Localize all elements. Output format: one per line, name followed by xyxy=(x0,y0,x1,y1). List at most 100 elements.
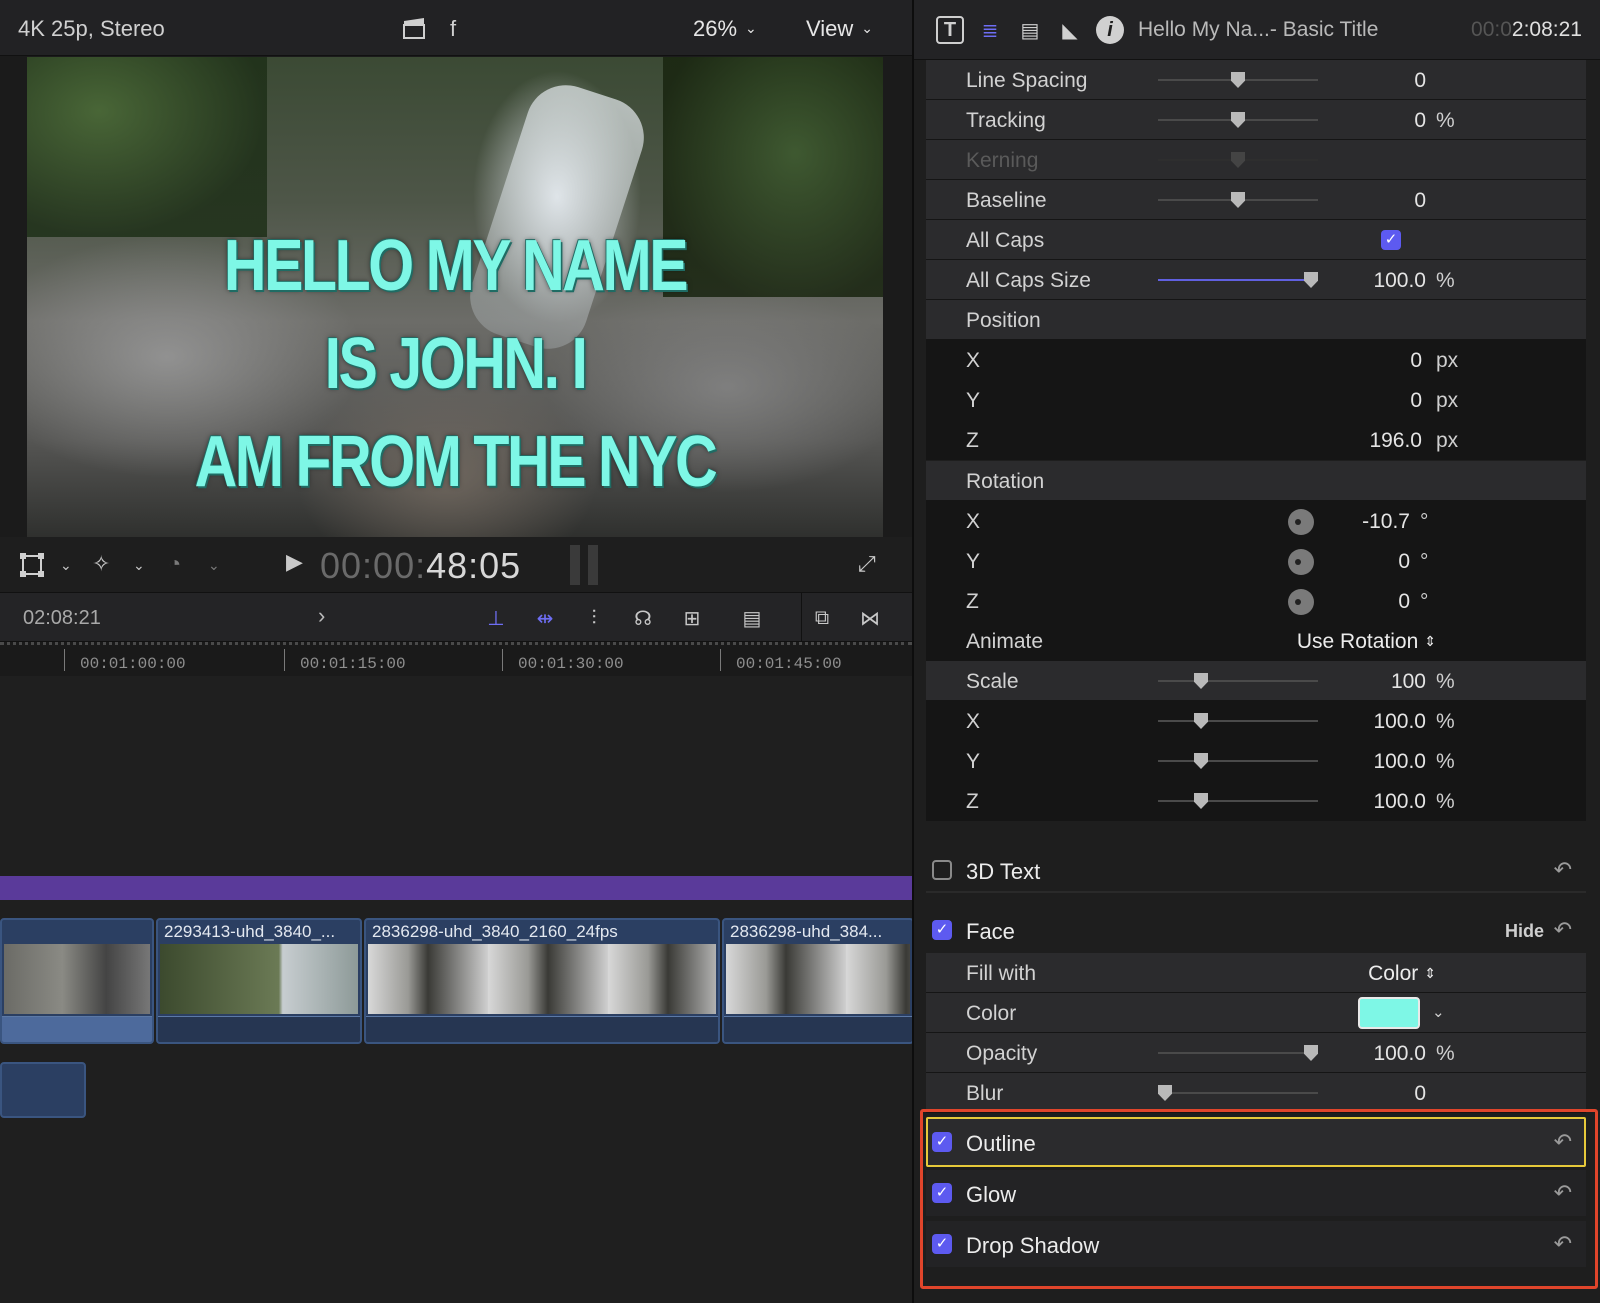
filmstrip-icon[interactable]: ▤ xyxy=(736,605,768,631)
reset-icon[interactable]: ↶ xyxy=(1554,917,1572,943)
video-clip[interactable] xyxy=(0,918,154,1044)
row-value[interactable]: 196.0 xyxy=(1369,429,1422,453)
row-value[interactable]: 100.0 xyxy=(1373,790,1426,814)
audio-clip[interactable] xyxy=(0,1062,86,1118)
video-clip[interactable]: 2836298-uhd_3840_2160_24fps xyxy=(364,918,720,1044)
fill-with-popup[interactable]: Color ⇕ xyxy=(1368,962,1436,986)
blur-slider[interactable] xyxy=(1158,1085,1318,1101)
slider-knob[interactable] xyxy=(1194,793,1208,809)
row-value[interactable]: 0 xyxy=(1410,349,1422,373)
row-animate: Animate Use Rotation ⇕ xyxy=(926,621,1586,661)
reset-icon[interactable]: ↶ xyxy=(1554,857,1572,883)
row-label: Y xyxy=(966,389,981,412)
slider-knob[interactable] xyxy=(1194,673,1208,689)
scale-x-slider[interactable] xyxy=(1158,713,1318,729)
title-inspector-icon[interactable]: T xyxy=(936,16,964,44)
video-inspector-icon[interactable]: ▤ xyxy=(1016,16,1044,44)
row-value[interactable]: 0 xyxy=(1414,69,1426,93)
text-inspector-icon[interactable]: ≣ xyxy=(976,16,1004,44)
connect-icon[interactable]: ⊥ xyxy=(480,605,512,631)
rotation-dial[interactable] xyxy=(1288,549,1314,575)
f-label[interactable]: f xyxy=(450,16,456,42)
hide-button[interactable]: Hide xyxy=(1505,921,1544,942)
row-value[interactable]: 0 xyxy=(1414,109,1426,133)
row-value[interactable]: 0 xyxy=(1398,550,1410,574)
view-menu[interactable]: View ⌄ xyxy=(806,16,873,42)
magic-wand-icon[interactable]: ✧ xyxy=(92,551,110,577)
timeline-ruler[interactable]: 00:01:00:00 00:01:15:00 00:01:30:00 00:0… xyxy=(0,642,912,676)
baseline-slider[interactable] xyxy=(1158,192,1318,208)
color-inspector-icon[interactable]: ◣ xyxy=(1056,16,1084,44)
all-caps-size-slider[interactable] xyxy=(1158,272,1318,288)
slider-knob[interactable] xyxy=(1231,112,1245,128)
transitions-icon[interactable]: ⋈ xyxy=(854,605,886,631)
zoom-menu[interactable]: 26% ⌄ xyxy=(693,16,757,42)
fullscreen-icon[interactable]: ⤢ xyxy=(858,551,876,577)
color-swatch[interactable] xyxy=(1358,997,1420,1029)
row-all-caps-size: All Caps Size 100.0 % xyxy=(926,260,1586,300)
audio-waveform xyxy=(366,1016,718,1042)
tracking-slider[interactable] xyxy=(1158,112,1318,128)
timecode[interactable]: 00:00:48:05 xyxy=(320,545,521,587)
row-value[interactable]: 100.0 xyxy=(1373,710,1426,734)
chevron-right-icon[interactable]: › xyxy=(318,603,325,629)
chevron-down-icon[interactable]: ⌄ xyxy=(1432,1003,1445,1021)
info-icon[interactable]: i xyxy=(1096,16,1124,44)
scale-z-slider[interactable] xyxy=(1158,793,1318,809)
slider-knob[interactable] xyxy=(1304,1045,1318,1061)
snapping-icon[interactable]: ⊞ xyxy=(676,605,708,631)
row-value[interactable]: 100 xyxy=(1391,670,1426,694)
speed-icon[interactable]: ◔ xyxy=(168,551,181,577)
row-label: Color xyxy=(966,1002,1017,1025)
scale-y-slider[interactable] xyxy=(1158,753,1318,769)
chevron-down-icon[interactable]: ⌄ xyxy=(133,557,145,574)
timeline-area[interactable]: 2293413-uhd_3840_... 2836298-uhd_3840_21… xyxy=(0,676,914,1303)
slider-knob[interactable] xyxy=(1231,192,1245,208)
row-unit: ° xyxy=(1420,590,1429,613)
row-value[interactable]: 0 xyxy=(1414,1082,1426,1106)
video-frame[interactable]: HELLO MY NAME IS JOHN. I AM FROM THE NYC xyxy=(27,57,883,537)
slider-knob[interactable] xyxy=(1194,713,1208,729)
row-value[interactable]: 0 xyxy=(1398,590,1410,614)
audio-skimming-icon[interactable]: ⫶ xyxy=(578,605,610,631)
viewer-toolbar: 4K 25p, Stereo f 26% ⌄ View ⌄ xyxy=(0,0,912,56)
clip-appearance-icon[interactable]: ⧉ xyxy=(806,605,838,631)
transform-icon[interactable] xyxy=(18,551,46,579)
rotation-dial[interactable] xyxy=(1288,589,1314,615)
slider-knob[interactable] xyxy=(1304,272,1318,288)
chevron-down-icon[interactable]: ⌄ xyxy=(60,557,72,574)
title-clip-bar[interactable] xyxy=(0,876,912,900)
face-checkbox[interactable]: ✓ xyxy=(932,920,952,940)
slider-knob[interactable] xyxy=(1231,72,1245,88)
clapper-icon[interactable] xyxy=(402,17,426,39)
row-unit: % xyxy=(1436,269,1455,292)
row-value[interactable]: 0 xyxy=(1414,189,1426,213)
row-value[interactable]: 0 xyxy=(1410,389,1422,413)
row-value[interactable]: 100.0 xyxy=(1373,269,1426,293)
row-unit: % xyxy=(1436,109,1455,132)
row-all-caps: All Caps ✓ xyxy=(926,220,1586,260)
chevron-down-icon[interactable]: ⌄ xyxy=(208,557,220,574)
row-position-z: Z 196.0 px xyxy=(926,420,1586,460)
row-value[interactable]: 100.0 xyxy=(1373,750,1426,774)
video-clip[interactable]: 2293413-uhd_3840_... xyxy=(156,918,362,1044)
line-spacing-slider[interactable] xyxy=(1158,72,1318,88)
clip-thumbnail xyxy=(726,944,910,1014)
video-clip[interactable]: 2836298-uhd_384... xyxy=(722,918,914,1044)
slider-knob[interactable] xyxy=(1194,753,1208,769)
title-overlay[interactable]: HELLO MY NAME IS JOHN. I AM FROM THE NYC xyxy=(104,217,806,511)
clip-name: 2836298-uhd_384... xyxy=(730,922,883,941)
scale-slider[interactable] xyxy=(1158,673,1318,689)
rotation-dial[interactable] xyxy=(1288,509,1314,535)
play-icon[interactable]: ▶ xyxy=(286,549,303,575)
insert-icon[interactable]: ⇹ xyxy=(529,605,561,631)
opacity-slider[interactable] xyxy=(1158,1045,1318,1061)
row-value[interactable]: 100.0 xyxy=(1373,1042,1426,1066)
3d-text-checkbox[interactable] xyxy=(932,860,952,880)
slider-knob[interactable] xyxy=(1158,1085,1172,1101)
all-caps-checkbox[interactable]: ✓ xyxy=(1381,230,1401,250)
row-blur: Blur 0 xyxy=(926,1073,1586,1113)
row-value[interactable]: -10.7 xyxy=(1362,510,1410,534)
headphones-icon[interactable]: ☊ xyxy=(627,605,659,631)
animate-popup[interactable]: Use Rotation ⇕ xyxy=(1297,630,1436,654)
